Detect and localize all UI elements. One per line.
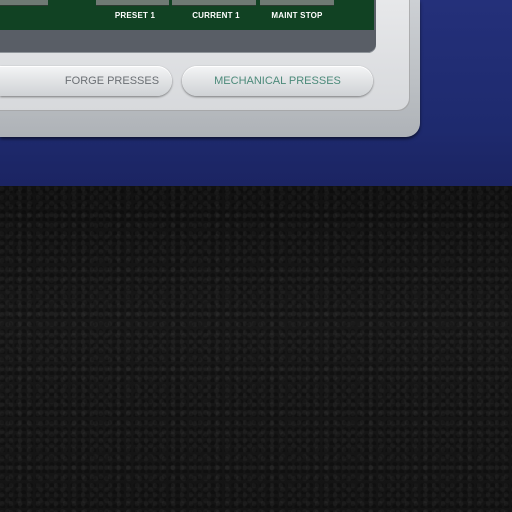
maint-stop-label: MAINT STOP (271, 11, 323, 20)
screen-button-maint-stop[interactable] (260, 0, 334, 6)
screen-frame: PRESET 1 CURRENT 1 MAINT STOP (0, 0, 376, 53)
mechanical-presses-label: MECHANICAL PRESSES (214, 75, 341, 87)
leather-background (0, 186, 512, 512)
screen-button-preset[interactable] (96, 0, 169, 6)
control-bezel: PRESET 1 CURRENT 1 MAINT STOP FORGE PRES… (0, 0, 420, 137)
forge-presses-label: FORGE PRESSES (64, 75, 160, 87)
preset-label: PRESET 1 (114, 11, 156, 20)
press-control-panel: PRESET 1 CURRENT 1 MAINT STOP FORGE PRES… (0, 0, 512, 512)
screen-button-left[interactable] (0, 0, 48, 6)
screen-button-current[interactable] (172, 0, 256, 6)
current-label: CURRENT 1 (192, 11, 240, 20)
forge-presses-button[interactable]: FORGE PRESSES (0, 66, 172, 96)
mechanical-presses-button[interactable]: MECHANICAL PRESSES (182, 66, 373, 96)
display-screen: PRESET 1 CURRENT 1 MAINT STOP (0, 0, 374, 30)
bezel-inner: PRESET 1 CURRENT 1 MAINT STOP FORGE PRES… (0, 0, 410, 111)
